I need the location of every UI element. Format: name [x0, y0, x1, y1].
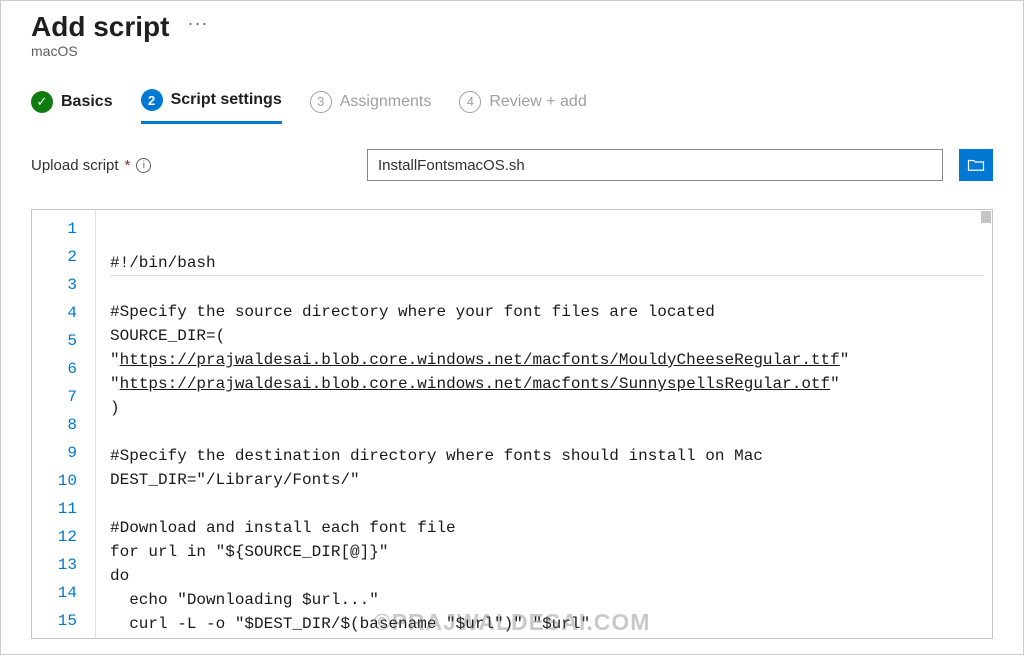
code-line: #Download and install each font file [110, 516, 984, 540]
code-line: #Specify the destination directory where… [110, 444, 984, 468]
page-subtitle: macOS [31, 43, 993, 59]
upload-script-label: Upload script [31, 157, 119, 174]
line-number: 7 [32, 383, 95, 411]
code-line: echo "Downloading $url..." [110, 588, 984, 612]
code-line: DEST_DIR="/Library/Fonts/" [110, 468, 984, 492]
step-number-icon: 4 [459, 91, 481, 113]
code-line: "https://prajwaldesai.blob.core.windows.… [110, 372, 984, 396]
code-line: #Specify the source directory where your… [110, 300, 984, 324]
line-number: 2 [32, 243, 95, 271]
line-number: 14 [32, 579, 95, 607]
wizard-step-label: Assignments [340, 93, 432, 111]
scrollbar[interactable] [978, 210, 992, 638]
code-line: ) [110, 396, 984, 420]
line-number: 16 [32, 635, 95, 639]
code-line [110, 492, 984, 516]
step-number-icon: 3 [310, 91, 332, 113]
scrollbar-thumb[interactable] [981, 211, 991, 223]
wizard-step-assignments[interactable]: 3 Assignments [310, 91, 432, 123]
page-title: Add script [31, 11, 169, 43]
line-number: 6 [32, 355, 95, 383]
line-number: 11 [32, 495, 95, 523]
line-number: 10 [32, 467, 95, 495]
more-actions-button[interactable]: ··· [187, 13, 208, 42]
code-gutter: 1234567891011121314151617 [32, 210, 96, 638]
wizard-step-label: Script settings [171, 91, 282, 109]
code-line: do [110, 564, 984, 588]
line-number: 8 [32, 411, 95, 439]
wizard-step-label: Basics [61, 93, 113, 111]
script-url: https://prajwaldesai.blob.core.windows.n… [120, 375, 831, 393]
script-url: https://prajwaldesai.blob.core.windows.n… [120, 351, 840, 369]
wizard-step-basics[interactable]: ✓ Basics [31, 91, 113, 123]
wizard-steps: ✓ Basics 2 Script settings 3 Assignments… [31, 89, 993, 125]
line-number: 5 [32, 327, 95, 355]
code-line: curl -L -o "$DEST_DIR/$(basename "$url")… [110, 612, 984, 636]
wizard-step-review-add[interactable]: 4 Review + add [459, 91, 586, 123]
code-line: #!/bin/bash [110, 251, 984, 276]
code-line [110, 420, 984, 444]
code-line: for url in "${SOURCE_DIR[@]}" [110, 540, 984, 564]
line-number: 3 [32, 271, 95, 299]
required-mark: * [125, 157, 131, 174]
code-line: SOURCE_DIR=( [110, 324, 984, 348]
upload-script-filename-field[interactable] [367, 149, 943, 181]
line-number: 9 [32, 439, 95, 467]
code-content[interactable]: #!/bin/bash #Specify the source directory… [96, 210, 992, 638]
line-number: 1 [32, 215, 95, 243]
code-line [110, 276, 984, 300]
code-line: done [110, 636, 984, 638]
line-number: 4 [32, 299, 95, 327]
script-preview: 1234567891011121314151617 #!/bin/bash#Sp… [31, 209, 993, 639]
code-line: "https://prajwaldesai.blob.core.windows.… [110, 348, 984, 372]
wizard-step-script-settings[interactable]: 2 Script settings [141, 89, 282, 124]
line-number: 12 [32, 523, 95, 551]
browse-file-button[interactable] [959, 149, 993, 181]
line-number: 13 [32, 551, 95, 579]
step-number-icon: 2 [141, 89, 163, 111]
folder-icon [967, 158, 985, 172]
line-number: 15 [32, 607, 95, 635]
check-icon: ✓ [31, 91, 53, 113]
info-icon[interactable]: i [136, 158, 151, 173]
wizard-step-label: Review + add [489, 93, 586, 111]
